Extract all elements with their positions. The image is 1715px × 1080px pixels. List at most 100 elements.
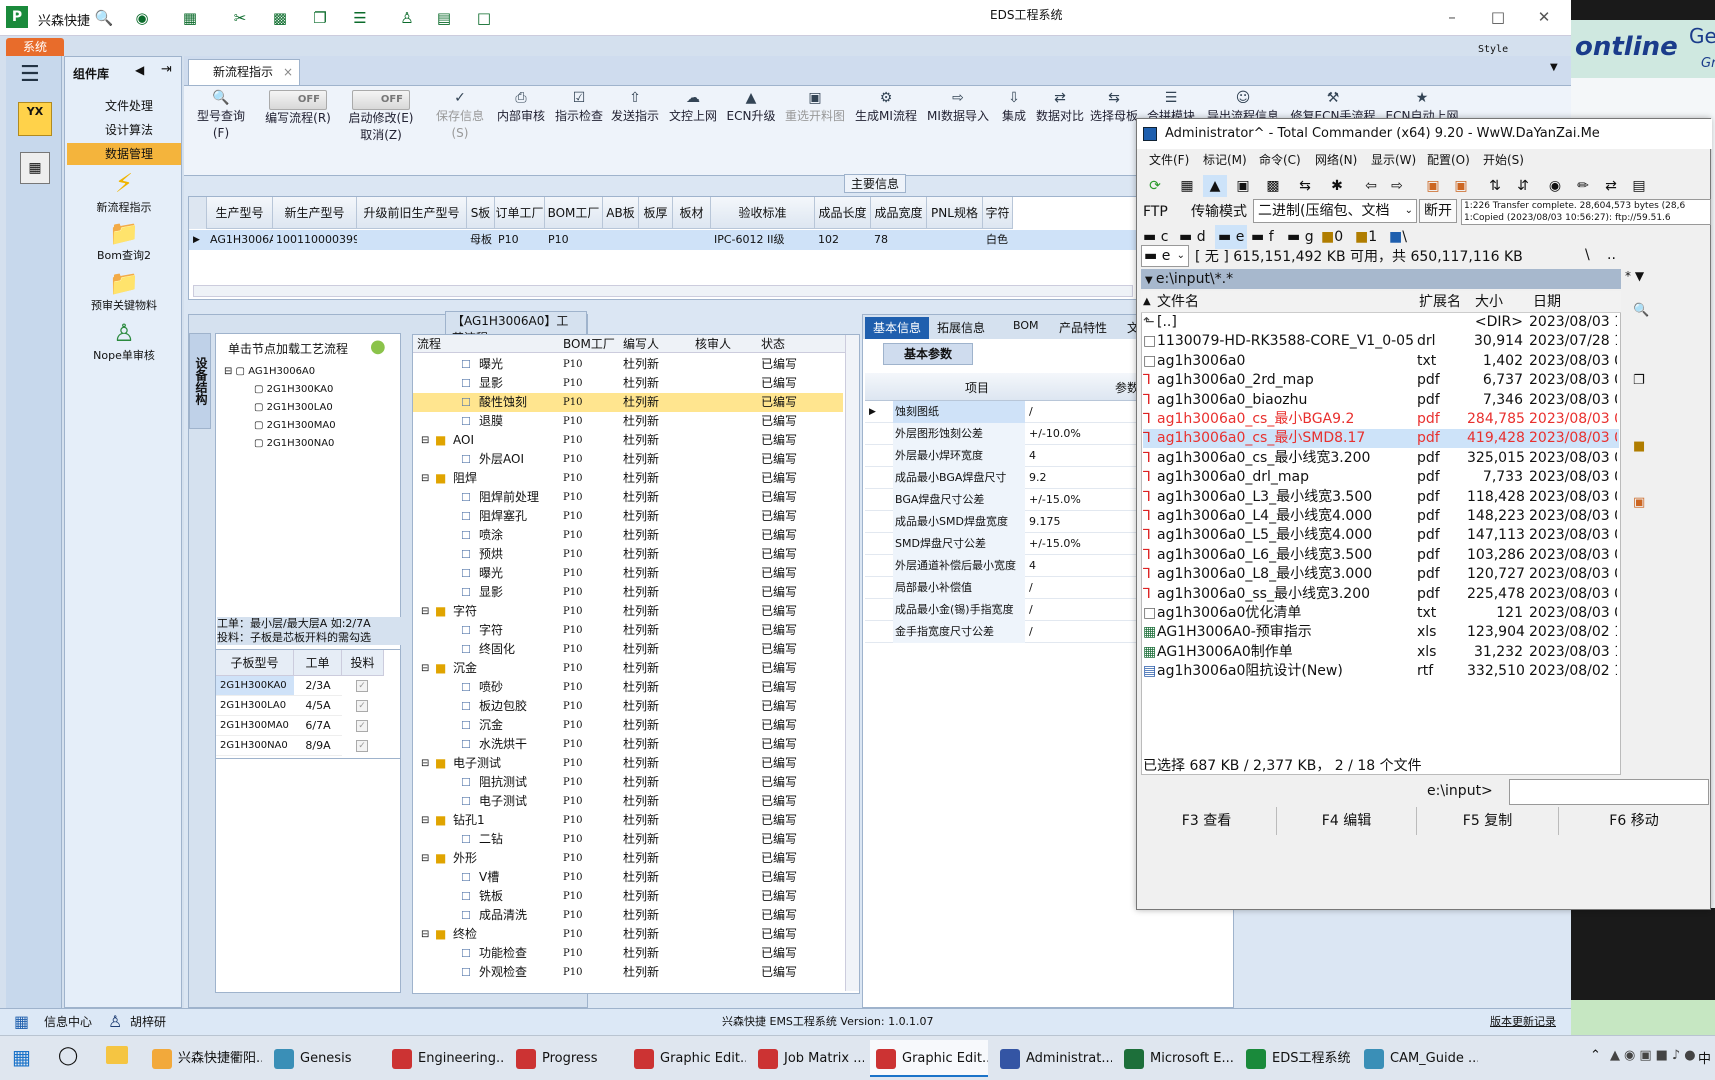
f4-edit-button[interactable]: F4 编辑 [1277,807,1417,835]
ecn-upgrade-button[interactable]: ▲ ECN升级 [724,90,778,125]
compare-button[interactable]: ⇄ 数据对比 [1034,90,1086,125]
sub-order[interactable]: 8/9A [294,736,342,756]
tc-menu-config[interactable]: 配置(O) [1427,151,1470,168]
tab-new-flow[interactable]: 新流程指示 × [188,59,300,85]
tc-menu-net[interactable]: 网络(N) [1315,151,1357,168]
drive-net[interactable]: ■\ [1389,225,1407,249]
file-row[interactable]: ⅂ ag1h3006a0_2rd_map pdf 6,737 2023/08/03 06… [1143,371,1619,390]
folders-icon[interactable]: ▩ [1261,175,1285,197]
tab-extended[interactable]: 拓展信息 [937,319,985,336]
close-icon[interactable]: × [283,60,293,84]
process-row[interactable]: ☐ 酸性蚀刻 P10 杜列新 已编写 [413,393,843,412]
process-row[interactable]: ☐ V槽 P10 杜列新 已编写 [413,868,843,887]
process-row[interactable]: ☐ 成品清洗 P10 杜列新 已编写 [413,906,843,925]
menu-icon[interactable]: ☰ [20,62,40,87]
file-row[interactable]: □1130079-HD-RK3588-CORE_V1_0-0510_...drl… [1143,332,1619,351]
changelog-link[interactable]: 版本更新记录 [1490,1009,1556,1035]
drive-g[interactable]: ▬ g [1287,225,1314,249]
globe-icon[interactable]: ◉ [130,6,154,30]
process-row[interactable]: ☐ 显影 P10 杜列新 已编写 [413,374,843,393]
windows-start-icon[interactable]: ▦ [12,1046,34,1068]
tc-menu-command[interactable]: 命令(C) [1259,151,1301,168]
expand-icon[interactable]: ⊟ [421,925,429,944]
param-value[interactable]: 4 [1029,555,1036,577]
taskbar-item[interactable]: Genesis [268,1040,380,1077]
rename-icon[interactable]: ✏ [1571,175,1595,197]
prev-icon[interactable]: ◀ [135,63,144,77]
off-toggle[interactable]: OFF [269,90,327,110]
film-icon[interactable]: ▩ [268,6,292,30]
expand-icon[interactable]: ⊟ [421,811,429,830]
bom-shortcut[interactable]: 📁 Bom查询2 [67,219,181,263]
param-value[interactable]: +/-10.0% [1029,423,1081,445]
process-row[interactable]: ☐ 阻抗测试 P10 杜列新 已编写 [413,773,843,792]
collapse-icon[interactable]: ⊟ ▢ [224,366,248,377]
feed-checkbox[interactable]: ✓ [356,700,368,712]
file-row[interactable]: ▤ ag1h3006a0阻抗设计(New) rtf 332,510 2023/08/02… [1143,662,1619,681]
system-tab[interactable]: 系统 [6,38,64,56]
taskbar-item[interactable]: Graphic Edit... [870,1040,988,1077]
gen-mi-button[interactable]: ⚙ 生成MI流程 [852,90,920,125]
info-center[interactable]: 信息中心 [44,1009,92,1035]
file-row[interactable]: □ag1h3006a0 txt 1,402 2023/08/03 06: [1143,352,1619,371]
taskbar-item[interactable]: EDS工程系统 [1240,1040,1352,1077]
process-row[interactable]: ⊟ ■ 电子测试 P10 杜列新 已编写 [413,754,843,773]
process-row[interactable]: ☐ 退膜 P10 杜列新 已编写 [413,412,843,431]
process-row[interactable]: ☐ 沉金 P10 杜列新 已编写 [413,716,843,735]
grid-icon[interactable]: ▦ [178,6,202,30]
tab-product[interactable]: 产品特性 [1059,319,1107,336]
file-row[interactable]: ▦AG1H3006A0制作单 xls 31,232 2023/08/03 10: [1143,643,1619,662]
dock-icon[interactable]: ⇥ [161,62,172,77]
ime-indicator[interactable]: 中 [1698,1048,1711,1067]
process-row[interactable]: ☐ 曝光 P10 杜列新 已编写 [413,564,843,583]
archive-icon[interactable]: ▣ [1421,175,1445,197]
param-value[interactable]: +/-15.0% [1029,489,1081,511]
disconnect-button[interactable]: 断开 [1419,199,1457,223]
tree-root[interactable]: ⊟ ▢ AG1H3006A0 [224,366,315,377]
expand-icon[interactable]: ⊟ [421,431,429,450]
file-row[interactable]: ⬑[..] <DIR> 2023/08/03 11: [1143,313,1619,332]
reselect-button[interactable]: ▣ 重选开料图 [782,90,848,125]
process-row[interactable]: ☐ 喷涂 P10 杜列新 已编写 [413,526,843,545]
process-row[interactable]: ⊟ ■ 沉金 P10 杜列新 已编写 [413,659,843,678]
search-icon[interactable]: 🔍 [1633,303,1649,318]
grid-header[interactable]: 升级前旧生产型号 [357,197,467,229]
grid-header[interactable]: 板厚 [639,197,673,229]
table-cell[interactable]: 母板 [467,230,495,250]
drive-e[interactable]: ▬ e [1215,225,1248,249]
copy-icon[interactable]: ❐ [1633,373,1645,388]
ftp-icon[interactable]: ⇅ [1483,175,1507,197]
grid-header[interactable]: 成品宽度 [871,197,927,229]
drive-f[interactable]: ▬ f [1251,225,1274,249]
process-row[interactable]: ⊟ ■ 字符 P10 杜列新 已编写 [413,602,843,621]
process-col-header[interactable]: 编写人 [623,335,659,353]
file-row[interactable]: ⅂ ag1h3006a0_L3_最小线宽3.500 pdf 118,428 2023/0… [1143,488,1619,507]
process-row[interactable]: ⊟ ■ 钻孔1 P10 杜列新 已编写 [413,811,843,830]
grid-icon[interactable]: ▦ [14,1009,29,1035]
grid-header[interactable]: AB板 [603,197,639,229]
file-row[interactable]: ⅂ ag1h3006a0_ss_最小线宽3.200 pdf 225,478 2023/0… [1143,585,1619,604]
start-modify-toggle[interactable]: OFF 启动修改(E) 取消(Z) [340,90,422,144]
h-scrollbar[interactable] [193,285,1133,297]
mi-import-button[interactable]: ⇨ MI数据导入 [924,90,992,125]
tc-menu-mark[interactable]: 标记(M) [1203,151,1247,168]
up-dir-button[interactable]: .. [1607,247,1616,263]
process-col-header[interactable]: BOM工厂 [563,335,615,353]
folder-icon[interactable]: ■ [1633,439,1645,454]
file-row[interactable]: ⅂ ag1h3006a0_biaozhu pdf 7,346 2023/08/03 06… [1143,391,1619,410]
file-row[interactable]: ⅂ ag1h3006a0_cs_最小BGA9.2 pdf 284,785 2023/08… [1143,410,1619,429]
tree-node[interactable]: ▢ 2G1H300KA0 [254,384,333,395]
process-row[interactable]: ☐ 水洗烘干 P10 杜列新 已编写 [413,735,843,754]
process-row[interactable]: ☐ 终固化 P10 杜列新 已编写 [413,640,843,659]
root-dir-button[interactable]: \ [1585,247,1590,263]
expand-icon[interactable]: ⊟ [421,602,429,621]
process-row[interactable]: ☐ 曝光 P10 杜列新 已编写 [413,355,843,374]
taskbar-item[interactable]: Engineering... [386,1040,504,1077]
list-icon[interactable]: ☰ [348,6,372,30]
image-icon[interactable]: ▣ [1231,175,1255,197]
tc-menu-view[interactable]: 显示(W) [1371,151,1416,168]
taskbar-item[interactable]: 兴森快捷衢阳... [146,1040,262,1077]
tray-up-icon[interactable]: ⌃ [1590,1048,1601,1063]
table-cell[interactable]: 78 [871,230,927,250]
table-row[interactable]: ▶AG1H3006A010011000039969母板P10P10IPC-601… [189,230,1137,250]
